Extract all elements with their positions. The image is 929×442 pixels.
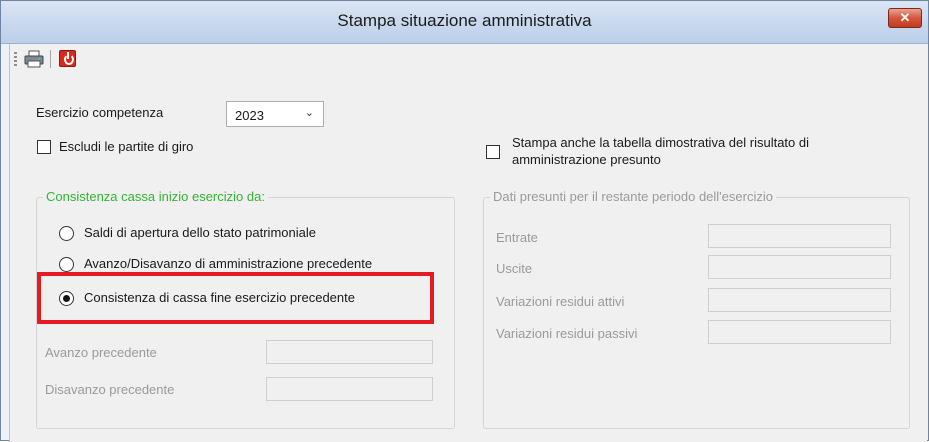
toolbar-grip-icon[interactable] (14, 52, 17, 68)
dialog-window: Stampa situazione amministrativa ✕ Eserc… (0, 0, 929, 442)
escludi-label: Escludi le partite di giro (59, 139, 194, 154)
radio-avanzo-disavanzo-label: Avanzo/Disavanzo di amministrazione prec… (84, 256, 373, 271)
entrate-label: Entrate (496, 230, 538, 245)
uscite-input[interactable] (708, 255, 891, 279)
esercizio-label: Esercizio competenza (36, 105, 164, 120)
close-button[interactable]: ✕ (888, 8, 922, 28)
avanzo-precedente-label: Avanzo precedente (45, 345, 157, 360)
variazioni-residui-passivi-label: Variazioni residui passivi (496, 326, 638, 341)
radio-avanzo-disavanzo[interactable] (59, 257, 74, 272)
disavanzo-precedente-input[interactable] (266, 377, 433, 401)
esercizio-select[interactable]: 2023 ⌄ (226, 101, 324, 127)
variazioni-residui-attivi-label: Variazioni residui attivi (496, 294, 625, 309)
avanzo-precedente-input[interactable] (266, 340, 433, 364)
esercizio-select-value: 2023 (235, 108, 264, 123)
toolbar-separator (50, 50, 51, 68)
escludi-checkbox[interactable] (37, 140, 51, 154)
highlight-box (37, 272, 434, 324)
consistenza-legend: Consistenza cassa inizio esercizio da: (43, 189, 268, 204)
stampa-tabella-label-line2: amministrazione presunto (512, 152, 661, 167)
stampa-tabella-label-line1: Stampa anche la tabella dimostrativa del… (512, 135, 809, 150)
variazioni-residui-passivi-input[interactable] (708, 320, 891, 344)
chevron-down-icon: ⌄ (304, 107, 314, 119)
dati-presunti-legend: Dati presunti per il restante periodo de… (490, 189, 776, 204)
window-title: Stampa situazione amministrativa (337, 11, 592, 30)
radio-saldi-apertura-label: Saldi di apertura dello stato patrimonia… (84, 225, 316, 240)
disavanzo-precedente-label: Disavanzo precedente (45, 382, 175, 397)
stampa-tabella-checkbox[interactable] (486, 145, 500, 159)
printer-icon[interactable] (24, 50, 44, 68)
radio-saldi-apertura[interactable] (59, 226, 74, 241)
variazioni-residui-attivi-input[interactable] (708, 288, 891, 312)
title-bar[interactable]: Stampa situazione amministrativa ✕ (1, 1, 928, 44)
stop-icon[interactable] (59, 50, 76, 67)
uscite-label: Uscite (496, 261, 533, 276)
dialog-body: Esercizio competenza 2023 ⌄ Escludi le p… (9, 44, 927, 442)
toolbar (10, 44, 927, 74)
entrate-input[interactable] (708, 224, 891, 248)
